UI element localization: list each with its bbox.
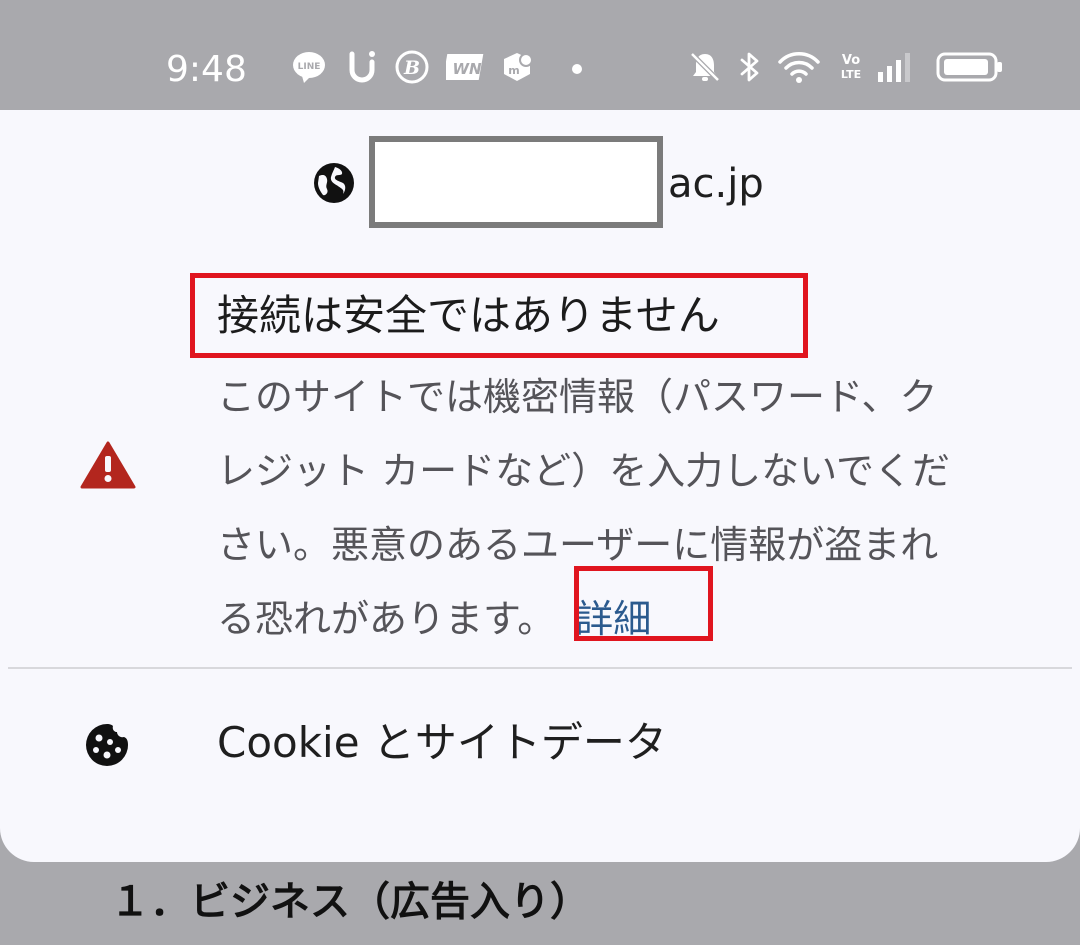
svg-text:LINE: LINE: [298, 62, 321, 72]
site-info-sheet: ac.jp 接続は安全ではありません このサイトでは機密情報（パスワード、ク レ…: [0, 110, 1080, 862]
svg-text:Vo: Vo: [842, 53, 860, 68]
security-description-line: レジット カードなど）を入力しないでくだ: [217, 449, 950, 493]
dot-icon: [572, 64, 582, 74]
svg-text:B: B: [403, 57, 420, 79]
security-description-line: る恐れがあります。: [217, 597, 556, 641]
cookie-icon: [86, 724, 128, 766]
domain-suffix: ac.jp: [668, 161, 764, 207]
svg-text:WN: WN: [452, 60, 482, 78]
connection-not-secure-title[interactable]: 接続は安全ではありません: [217, 288, 720, 344]
background-page-heading: １．ビジネス（広告入り）: [110, 879, 590, 925]
signal-icon: [878, 53, 910, 82]
details-highlight-box: [574, 566, 713, 641]
u-app-icon: [349, 51, 375, 83]
b-app-icon: B: [395, 50, 429, 84]
redacted-domain-box: [369, 136, 663, 228]
wn-app-icon: WN: [446, 54, 484, 80]
warning-triangle-icon: [80, 441, 136, 489]
security-description-line: このサイトでは機密情報（パスワード、ク: [217, 375, 938, 419]
m-app-icon: m: [504, 53, 533, 81]
status-bar: 9:48 LINE B WN m Vo LTE: [0, 0, 1080, 110]
svg-text:m: m: [508, 64, 519, 77]
bluetooth-icon: [740, 52, 759, 82]
line-icon: LINE: [293, 52, 325, 83]
wifi-icon: [778, 52, 820, 83]
battery-icon: [936, 52, 1002, 82]
volte-icon: Vo LTE: [841, 53, 861, 81]
status-time: 9:48: [166, 49, 247, 90]
site-domain-row: ac.jp: [0, 110, 1080, 250]
bell-off-icon: [690, 52, 720, 82]
cookies-site-data-item[interactable]: Cookie とサイトデータ: [217, 713, 667, 773]
svg-text:LTE: LTE: [841, 68, 861, 81]
globe-icon: [314, 163, 354, 203]
section-divider: [8, 667, 1072, 669]
